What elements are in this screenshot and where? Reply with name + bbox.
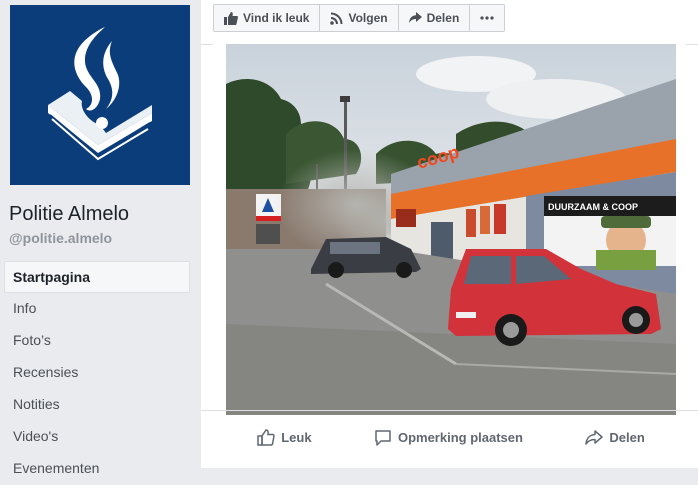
left-column: Politie Almelo @politie.almelo Startpagi… — [0, 0, 201, 476]
share-arrow-outline-icon — [585, 430, 604, 445]
post-like-button[interactable]: Leuk — [257, 428, 312, 446]
page-action-bar: Vind ik leuk Volgen Delen — [201, 0, 698, 45]
thumbs-up-icon — [224, 11, 238, 25]
post-photo-image: coop DUURZAAM & COOP — [226, 44, 676, 415]
share-arrow-icon — [408, 12, 422, 23]
page-nav: Startpagina Info Foto’s Recensies Notiti… — [4, 261, 190, 485]
post-card: coop DUURZAAM & COOP Leuk Opmerking plaa… — [213, 44, 686, 468]
main-column: Vind ik leuk Volgen Delen coop DUURZAAM … — [201, 0, 698, 468]
page-action-buttons: Vind ik leuk Volgen Delen — [213, 4, 506, 32]
post-share-label: Delen — [609, 429, 645, 445]
nav-item-photos[interactable]: Foto’s — [4, 325, 190, 357]
post-like-label: Leuk — [281, 429, 312, 445]
nav-item-notes[interactable]: Notities — [4, 389, 190, 421]
follow-label: Volgen — [348, 11, 388, 25]
billboard-text: DUURZAAM & COOP — [548, 202, 638, 212]
nav-item-info[interactable]: Info — [4, 293, 190, 325]
police-logo-icon — [48, 27, 152, 161]
post-share-button[interactable]: Delen — [585, 429, 645, 445]
rss-follow-icon — [330, 12, 343, 25]
post-footer-actions: Leuk Opmerking plaatsen Delen — [226, 422, 676, 452]
comment-bubble-icon — [375, 429, 391, 446]
nav-item-startpagina[interactable]: Startpagina — [4, 261, 190, 293]
like-thumb-icon — [257, 428, 275, 446]
post-bottom-divider — [201, 410, 698, 411]
share-page-button[interactable]: Delen — [399, 5, 471, 31]
like-page-button[interactable]: Vind ik leuk — [214, 5, 321, 31]
share-page-label: Delen — [426, 11, 460, 25]
nav-item-events[interactable]: Evenementen — [4, 453, 190, 485]
page-name[interactable]: Politie Almelo — [9, 203, 129, 226]
page-profile-picture[interactable] — [10, 5, 190, 185]
nav-item-videos[interactable]: Video's — [4, 421, 190, 453]
post-photo[interactable]: coop DUURZAAM & COOP — [226, 44, 676, 415]
like-page-label: Vind ik leuk — [243, 11, 310, 25]
post-comment-label: Opmerking plaatsen — [397, 429, 523, 445]
more-icon — [480, 16, 494, 20]
post-comment-button[interactable]: Opmerking plaatsen — [374, 429, 523, 446]
nav-item-reviews[interactable]: Recensies — [4, 357, 190, 389]
page-handle[interactable]: @politie.almelo — [9, 230, 112, 246]
more-options-button[interactable] — [470, 5, 504, 31]
follow-button[interactable]: Volgen — [320, 5, 399, 31]
